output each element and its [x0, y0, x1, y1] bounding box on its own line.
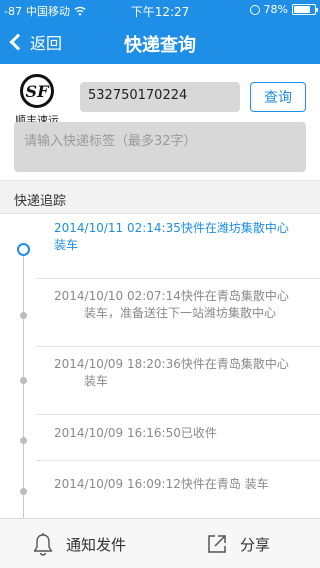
label-input[interactable]: 请输入快递标签（最多32字） [14, 122, 306, 172]
event-separator [36, 460, 320, 461]
timeline-dot-current [17, 243, 30, 256]
event-separator [36, 346, 320, 347]
battery-fill [294, 6, 310, 13]
timeline-dot [20, 437, 27, 444]
navigation-bar: 返回 快递查询 [0, 22, 320, 64]
timeline-dot [20, 377, 27, 384]
timeline-dot [20, 312, 27, 319]
event-line: 2014/10/09 18:20:36快件在青岛集散中心 [54, 357, 289, 371]
event-text: 2014/10/11 02:14:35快件在潍坊集散中心 装车 [54, 220, 304, 254]
event-text: 2014/10/09 16:16:50已收件 [54, 425, 304, 442]
bottom-toolbar: 通知发件 分享 [0, 518, 320, 568]
query-panel: SF 顺丰速运 532750170224 查询 请输入快递标签（最多32字） [0, 64, 320, 180]
logo-letters: SF [25, 81, 49, 101]
event-line: 2014/10/09 16:16:50已收件 [54, 426, 217, 440]
section-header: 快递追踪 [0, 180, 320, 214]
notify-sender-button[interactable]: 通知发件 [32, 519, 126, 568]
battery-icon [292, 4, 318, 15]
timeline-dot [20, 488, 27, 495]
query-button[interactable]: 查询 [250, 82, 306, 112]
section-title: 快递追踪 [14, 194, 67, 209]
event-text: 2014/10/09 18:20:36快件在青岛集散中心 装车 [54, 356, 304, 390]
event-separator [36, 278, 320, 279]
event-line-continued: 装车 [84, 374, 109, 388]
share-label: 分享 [240, 535, 271, 554]
page-title: 快递查询 [124, 35, 196, 56]
battery-percent: 78% [263, 3, 288, 16]
share-button[interactable]: 分享 [206, 519, 270, 568]
top-bar: -87 中国移动 下午12:27 78% 返回 快递查询 [0, 0, 320, 64]
event-line-continued: 装车，准备送往下一站潍坊集散中心 [84, 306, 277, 320]
status-bar: -87 中国移动 下午12:27 78% [0, 0, 320, 20]
sf-logo-icon: SF [20, 74, 54, 108]
event-text: 2014/10/09 16:09:12快件在青岛 装车 [54, 476, 304, 493]
event-line: 2014/10/11 02:14:35快件在潍坊集散中心 [54, 221, 289, 235]
tracking-number-input[interactable]: 532750170224 [80, 82, 240, 112]
event-line-continued: 装车 [54, 238, 79, 252]
tracking-timeline: 2014/10/11 02:14:35快件在潍坊集散中心 装车 2014/10/… [0, 214, 320, 518]
event-separator [36, 414, 320, 415]
notify-label: 通知发件 [66, 535, 127, 554]
event-text: 2014/10/10 02:07:14快件在青岛集散中心 装车，准备送往下一站潍… [54, 288, 304, 322]
event-line: 2014/10/09 16:09:12快件在青岛 装车 [54, 477, 269, 491]
bell-icon [32, 532, 54, 556]
event-line: 2014/10/10 02:07:14快件在青岛集散中心 [54, 289, 289, 303]
share-icon [206, 533, 228, 555]
rotation-lock-icon [249, 4, 260, 15]
